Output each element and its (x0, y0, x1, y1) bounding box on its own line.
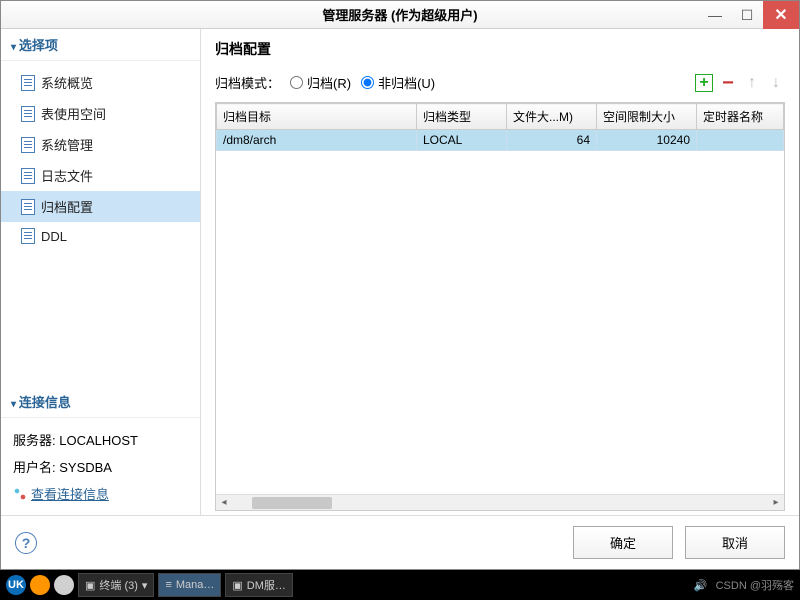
start-icon[interactable]: UK (6, 575, 26, 595)
mode-row: 归档模式： 归档(R) 非归档(U) + − ↑ ↓ (215, 73, 785, 92)
scroll-thumb[interactable] (252, 497, 332, 509)
radio-archive[interactable]: 归档(R) (290, 73, 351, 92)
table-row[interactable]: /dm8/arch LOCAL 64 10240 (217, 130, 784, 151)
window-controls: — ☐ ✕ (699, 1, 799, 29)
task-dm[interactable]: ▣ DM服… (225, 573, 293, 597)
scroll-right-icon[interactable]: ▸ (768, 497, 784, 508)
view-conn-link[interactable]: 查看连接信息 (13, 484, 188, 503)
cell-size[interactable]: 64 (507, 130, 597, 151)
archive-table: 归档目标 归档类型 文件大...M) 空间限制大小 定时器名称 /dm8/arc… (216, 103, 784, 151)
task-terminal[interactable]: ▣ 终端 (3) ▾ (78, 573, 154, 597)
taskbar: UK ▣ 终端 (3) ▾ ≡ Mana… ▣ DM服… 🔊 CSDN @羽殇客 (0, 570, 800, 600)
remove-icon[interactable]: − (719, 74, 737, 92)
cell-limit[interactable]: 10240 (597, 130, 697, 151)
col-limit[interactable]: 空间限制大小 (597, 104, 697, 130)
ok-button[interactable]: 确定 (573, 526, 673, 559)
window-title: 管理服务器 (作为超级用户) (322, 5, 477, 24)
h-scrollbar[interactable]: ◂ ▸ (216, 494, 784, 510)
cell-timer[interactable] (697, 130, 784, 151)
cell-type[interactable]: LOCAL (417, 130, 507, 151)
toolbar-icons: + − ↑ ↓ (695, 74, 785, 92)
doc-icon (21, 199, 35, 215)
nav-ddl[interactable]: DDL (1, 222, 200, 250)
cell-target[interactable]: /dm8/arch (217, 130, 417, 151)
nav-list: 系统概览 表使用空间 系统管理 日志文件 归档配置 DDL (1, 61, 200, 256)
help-icon[interactable]: ? (15, 532, 37, 554)
conn-info: 服务器: LOCALHOST 用户名: SYSDBA 查看连接信息 (1, 418, 200, 515)
app-icon[interactable] (54, 575, 74, 595)
main-panel: 归档配置 归档模式： 归档(R) 非归档(U) + − ↑ ↓ 归档目标 (201, 29, 799, 515)
nav-archive-config[interactable]: 归档配置 (1, 191, 200, 222)
doc-icon (21, 168, 35, 184)
titlebar: 管理服务器 (作为超级用户) — ☐ ✕ (1, 1, 799, 29)
mode-label: 归档模式： (215, 73, 280, 92)
nav-tablespace[interactable]: 表使用空间 (1, 98, 200, 129)
nav-system-mgmt[interactable]: 系统管理 (1, 129, 200, 160)
firefox-icon[interactable] (30, 575, 50, 595)
watermark: CSDN @羽殇客 (716, 577, 794, 593)
close-button[interactable]: ✕ (763, 1, 799, 29)
doc-icon (21, 75, 35, 91)
minimize-button[interactable]: — (699, 1, 731, 29)
radio-nonarchive[interactable]: 非归档(U) (361, 73, 435, 92)
doc-icon (21, 106, 35, 122)
scroll-left-icon[interactable]: ◂ (216, 497, 232, 508)
doc-icon (21, 137, 35, 153)
col-size[interactable]: 文件大...M) (507, 104, 597, 130)
server-label: 服务器: LOCALHOST (13, 426, 188, 453)
user-label: 用户名: SYSDBA (13, 453, 188, 480)
panel-title: 归档配置 (215, 39, 785, 59)
table-container: 归档目标 归档类型 文件大...M) 空间限制大小 定时器名称 /dm8/arc… (215, 102, 785, 511)
sidebar: 选择项 系统概览 表使用空间 系统管理 日志文件 归档配置 DDL 连接信息 服… (1, 29, 201, 515)
doc-icon (21, 228, 35, 244)
link-icon (13, 487, 27, 501)
col-timer[interactable]: 定时器名称 (697, 104, 784, 130)
volume-icon[interactable]: 🔊 (694, 579, 708, 592)
options-header[interactable]: 选择项 (1, 29, 200, 61)
tray: 🔊 CSDN @羽殇客 (694, 577, 794, 593)
conn-header[interactable]: 连接信息 (1, 386, 200, 418)
nav-system-overview[interactable]: 系统概览 (1, 67, 200, 98)
footer: ? 确定 取消 (1, 515, 799, 569)
up-icon[interactable]: ↑ (743, 74, 761, 92)
cancel-button[interactable]: 取消 (685, 526, 785, 559)
add-icon[interactable]: + (695, 74, 713, 92)
nav-log-file[interactable]: 日志文件 (1, 160, 200, 191)
main-window: 管理服务器 (作为超级用户) — ☐ ✕ 选择项 系统概览 表使用空间 系统管理… (0, 0, 800, 570)
col-type[interactable]: 归档类型 (417, 104, 507, 130)
body: 选择项 系统概览 表使用空间 系统管理 日志文件 归档配置 DDL 连接信息 服… (1, 29, 799, 515)
task-mana[interactable]: ≡ Mana… (158, 573, 221, 597)
col-target[interactable]: 归档目标 (217, 104, 417, 130)
maximize-button[interactable]: ☐ (731, 1, 763, 29)
down-icon[interactable]: ↓ (767, 74, 785, 92)
